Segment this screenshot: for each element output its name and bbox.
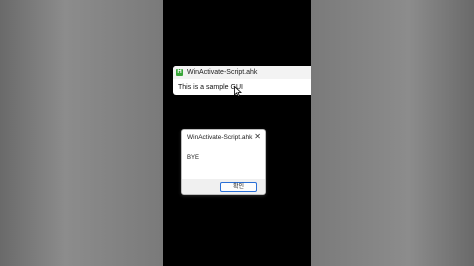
msgbox-footer: 확인 [182,179,265,194]
gui-body: This is a sample GUI [173,79,311,95]
msgbox-body: BYE [182,144,265,172]
blurred-background-left [0,0,163,266]
gui-titlebar[interactable]: H WinActivate-Script.ahk [173,66,311,79]
message-box-dialog[interactable]: WinActivate-Script.ahk ✕ BYE 확인 [181,129,266,195]
mouse-cursor-icon [234,86,242,97]
ok-button[interactable]: 확인 [220,182,257,192]
close-icon[interactable]: ✕ [254,133,261,141]
msgbox-message: BYE [187,155,200,161]
msgbox-title: WinActivate-Script.ahk [187,133,253,141]
screen-area: H WinActivate-Script.ahk This is a sampl… [163,0,311,266]
sample-gui-window[interactable]: H WinActivate-Script.ahk This is a sampl… [173,66,311,95]
gui-window-title: WinActivate-Script.ahk [187,69,258,76]
blurred-background-right [311,0,474,266]
ahk-app-icon: H [176,69,183,76]
video-frame: H WinActivate-Script.ahk This is a sampl… [0,0,474,266]
msgbox-titlebar[interactable]: WinActivate-Script.ahk ✕ [182,130,265,144]
